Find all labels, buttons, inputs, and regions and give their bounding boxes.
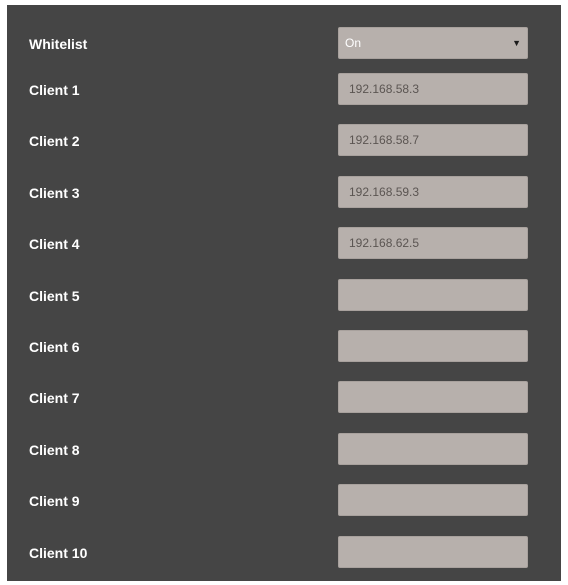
- client-8-label: Client 8: [29, 442, 80, 458]
- client-5-ip-input[interactable]: [338, 279, 528, 311]
- client-9-label: Client 9: [29, 493, 80, 509]
- client-row-2: Client 2: [7, 124, 561, 158]
- caret-down-icon: ▼: [512, 38, 521, 48]
- client-6-label: Client 6: [29, 339, 80, 355]
- whitelist-select-value: On: [345, 36, 362, 50]
- client-row-1: Client 1: [7, 73, 561, 107]
- client-5-label: Client 5: [29, 288, 80, 304]
- client-6-ip-input[interactable]: [338, 330, 528, 362]
- client-row-7: Client 7: [7, 381, 561, 415]
- client-row-10: Client 10: [7, 536, 561, 570]
- whitelist-row: Whitelist On ▼: [7, 27, 561, 61]
- client-row-3: Client 3: [7, 176, 561, 210]
- client-9-ip-input[interactable]: [338, 484, 528, 516]
- client-row-5: Client 5: [7, 279, 561, 313]
- client-2-ip-input[interactable]: [338, 124, 528, 156]
- client-7-ip-input[interactable]: [338, 381, 528, 413]
- whitelist-label: Whitelist: [29, 36, 88, 52]
- client-3-ip-input[interactable]: [338, 176, 528, 208]
- client-4-label: Client 4: [29, 236, 80, 252]
- client-8-ip-input[interactable]: [338, 433, 528, 465]
- client-row-6: Client 6: [7, 330, 561, 364]
- client-4-ip-input[interactable]: [338, 227, 528, 259]
- client-10-label: Client 10: [29, 545, 88, 561]
- client-1-ip-input[interactable]: [338, 73, 528, 105]
- whitelist-select[interactable]: On ▼: [338, 27, 528, 59]
- client-row-8: Client 8: [7, 433, 561, 467]
- client-row-9: Client 9: [7, 484, 561, 518]
- client-row-4: Client 4: [7, 227, 561, 261]
- client-7-label: Client 7: [29, 390, 80, 406]
- client-1-label: Client 1: [29, 82, 80, 98]
- client-10-ip-input[interactable]: [338, 536, 528, 568]
- client-2-label: Client 2: [29, 133, 80, 149]
- client-3-label: Client 3: [29, 185, 80, 201]
- whitelist-settings-panel: Whitelist On ▼ Client 1 Client 2 Client …: [7, 5, 561, 581]
